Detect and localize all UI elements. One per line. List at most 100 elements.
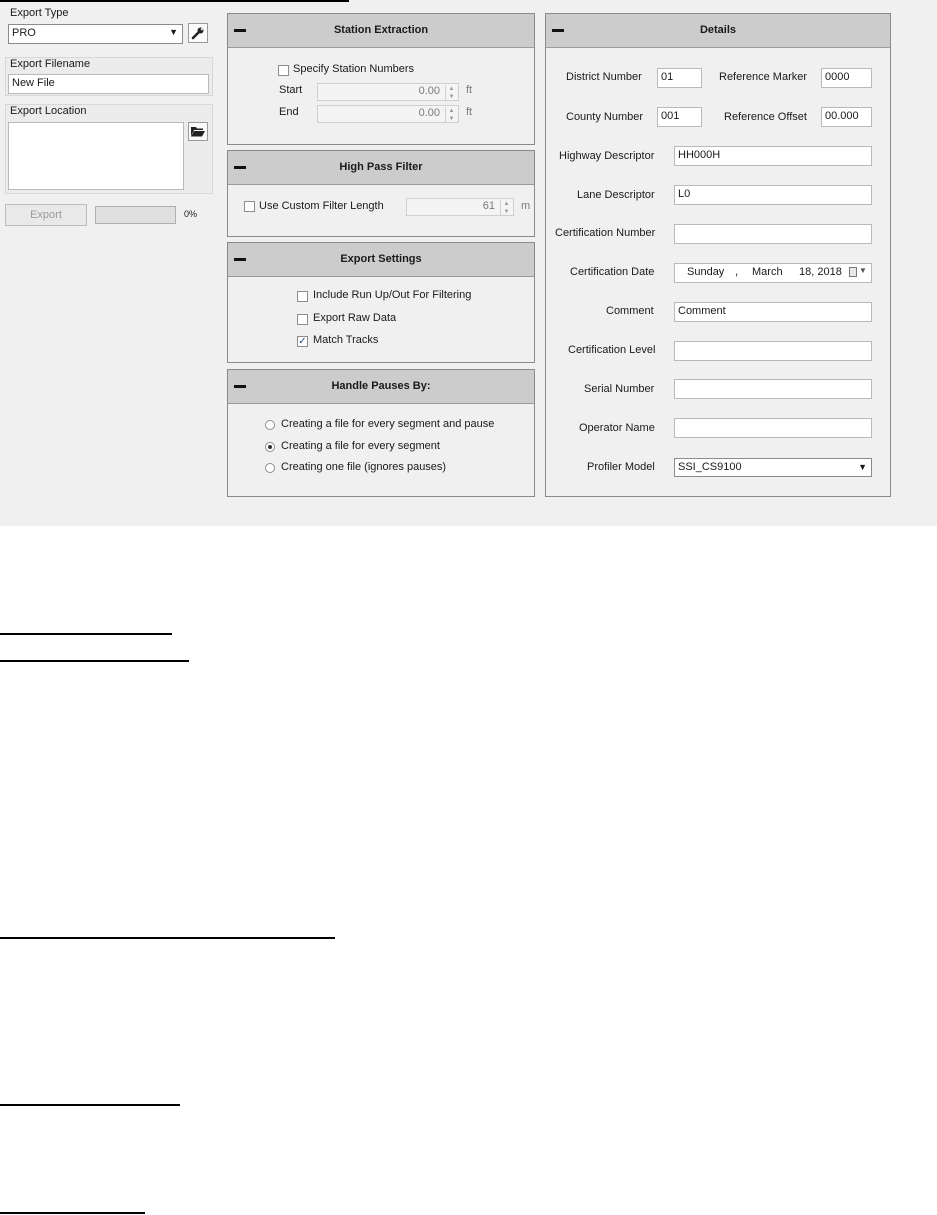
specify-station-label: Specify Station Numbers — [293, 63, 415, 75]
filter-length-input[interactable]: 61 ▲ ▼ — [406, 198, 514, 216]
high-pass-filter-header[interactable]: High Pass Filter — [228, 151, 534, 185]
export-filename-input[interactable]: New File — [8, 74, 209, 94]
highway-descriptor-label: Highway Descriptor — [559, 150, 655, 162]
certification-level-input[interactable] — [674, 341, 872, 361]
reference-offset-input[interactable]: 00.000 — [821, 107, 872, 127]
reference-marker-label: Reference Marker — [719, 71, 808, 83]
date-day-year[interactable]: 18, 2018 — [799, 266, 842, 278]
profiler-model-select[interactable]: SSI_CS9100 ▼ — [674, 458, 872, 477]
calendar-icon[interactable] — [849, 267, 857, 277]
include-runup-label: Include Run Up/Out For Filtering — [313, 289, 472, 301]
underline-rule — [0, 633, 172, 635]
operator-name-label: Operator Name — [579, 422, 655, 434]
pause-option-segment-and-pause-radio[interactable] — [265, 420, 275, 430]
serial-number-input[interactable] — [674, 379, 872, 399]
custom-filter-label: Use Custom Filter Length — [259, 200, 384, 212]
profiler-model-value: SSI_CS9100 — [678, 461, 742, 473]
district-number-input[interactable]: 01 — [657, 68, 702, 88]
comment-input[interactable]: Comment — [674, 302, 872, 322]
certification-number-input[interactable] — [674, 224, 872, 244]
operator-name-input[interactable] — [674, 418, 872, 438]
comment-label: Comment — [606, 305, 654, 317]
chevron-down-icon: ▼ — [169, 27, 178, 37]
export-settings-panel: Export Settings Include Run Up/Out For F… — [227, 242, 535, 363]
export-filename-label: Export Filename — [10, 58, 91, 70]
export-button[interactable]: Export — [5, 204, 87, 226]
start-value: 0.00 — [418, 85, 440, 97]
certification-date-label: Certification Date — [570, 266, 655, 278]
lane-descriptor-input[interactable]: L0 — [674, 185, 872, 205]
filter-length-value: 61 — [482, 200, 495, 212]
chevron-down-icon[interactable]: ▼ — [859, 266, 867, 275]
pause-option-segment-and-pause-label: Creating a file for every segment and pa… — [281, 418, 495, 430]
underline-rule — [0, 937, 335, 939]
top-border-line — [0, 0, 349, 2]
export-raw-data-checkbox[interactable] — [297, 314, 308, 325]
profiler-model-label: Profiler Model — [587, 461, 655, 473]
browse-folder-button[interactable] — [188, 122, 208, 141]
export-window: Export Type PRO ▼ Export Filename New Fi… — [0, 0, 937, 526]
radio-selected-dot — [268, 445, 272, 449]
serial-number-label: Serial Number — [584, 383, 655, 395]
pause-option-segment-radio[interactable] — [265, 442, 275, 452]
certification-date-picker[interactable]: Sunday , March 18, 2018 ▼ — [674, 263, 872, 283]
reference-offset-label: Reference Offset — [724, 111, 807, 123]
filter-length-spinner[interactable]: ▲ ▼ — [500, 200, 512, 215]
date-month[interactable]: March — [752, 266, 783, 278]
export-type-select[interactable]: PRO ▼ — [8, 24, 183, 44]
custom-filter-checkbox[interactable] — [244, 201, 255, 212]
start-label: Start — [279, 84, 303, 96]
date-day[interactable]: Sunday — [687, 266, 724, 278]
export-location-input[interactable] — [8, 122, 184, 190]
end-spinner[interactable]: ▲ ▼ — [445, 107, 457, 122]
station-extraction-title: Station Extraction — [333, 24, 429, 36]
station-extraction-header[interactable]: Station Extraction — [228, 14, 534, 48]
district-number-label: District Number — [566, 71, 642, 83]
match-tracks-checkbox[interactable]: ✓ — [297, 336, 308, 347]
pause-option-one-file-radio[interactable] — [265, 463, 275, 473]
export-progress-bar — [95, 206, 176, 224]
reference-marker-input[interactable]: 0000 — [821, 68, 872, 88]
export-settings-header[interactable]: Export Settings — [228, 243, 534, 277]
start-spinner[interactable]: ▲ ▼ — [445, 85, 457, 100]
end-input[interactable]: 0.00 ▲ ▼ — [317, 105, 459, 123]
export-settings-button[interactable] — [188, 23, 208, 43]
underline-rule — [0, 1104, 180, 1106]
handle-pauses-header[interactable]: Handle Pauses By: — [228, 370, 534, 404]
specify-station-checkbox[interactable] — [278, 65, 289, 76]
export-settings-title: Export Settings — [340, 253, 422, 265]
pause-option-one-file-label: Creating one file (ignores pauses) — [281, 461, 447, 473]
underline-rule — [0, 1212, 145, 1214]
details-header[interactable]: Details — [546, 14, 890, 48]
include-runup-checkbox[interactable] — [297, 291, 308, 302]
high-pass-filter-title: High Pass Filter — [339, 161, 423, 173]
high-pass-filter-panel: High Pass Filter Use Custom Filter Lengt… — [227, 150, 535, 237]
date-separator: , — [735, 266, 739, 278]
details-panel: Details District Number 01 Reference Mar… — [545, 13, 891, 497]
details-title: Details — [699, 24, 737, 36]
export-type-value: PRO — [12, 27, 36, 39]
match-tracks-label: Match Tracks — [313, 334, 379, 346]
station-extraction-panel: Station Extraction Specify Station Numbe… — [227, 13, 535, 145]
certification-level-label: Certification Level — [568, 344, 656, 356]
folder-open-icon — [191, 127, 205, 137]
end-value: 0.00 — [418, 107, 440, 119]
start-input[interactable]: 0.00 ▲ ▼ — [317, 83, 459, 101]
pause-option-segment-label: Creating a file for every segment — [281, 440, 440, 452]
chevron-down-icon: ▼ — [858, 462, 867, 472]
county-number-label: County Number — [566, 111, 644, 123]
export-location-label: Export Location — [10, 105, 87, 117]
county-number-input[interactable]: 001 — [657, 107, 702, 127]
export-type-label: Export Type — [10, 7, 69, 19]
wrench-icon — [191, 27, 204, 40]
export-raw-data-label: Export Raw Data — [313, 312, 397, 324]
end-unit: ft — [466, 106, 473, 118]
underline-rule — [0, 660, 189, 662]
handle-pauses-title: Handle Pauses By: — [331, 380, 431, 392]
filter-length-unit: m — [521, 200, 531, 212]
highway-descriptor-input[interactable]: HH000H — [674, 146, 872, 166]
end-label: End — [279, 106, 299, 118]
start-unit: ft — [466, 84, 473, 96]
handle-pauses-panel: Handle Pauses By: Creating a file for ev… — [227, 369, 535, 497]
progress-percent: 0% — [184, 209, 198, 219]
